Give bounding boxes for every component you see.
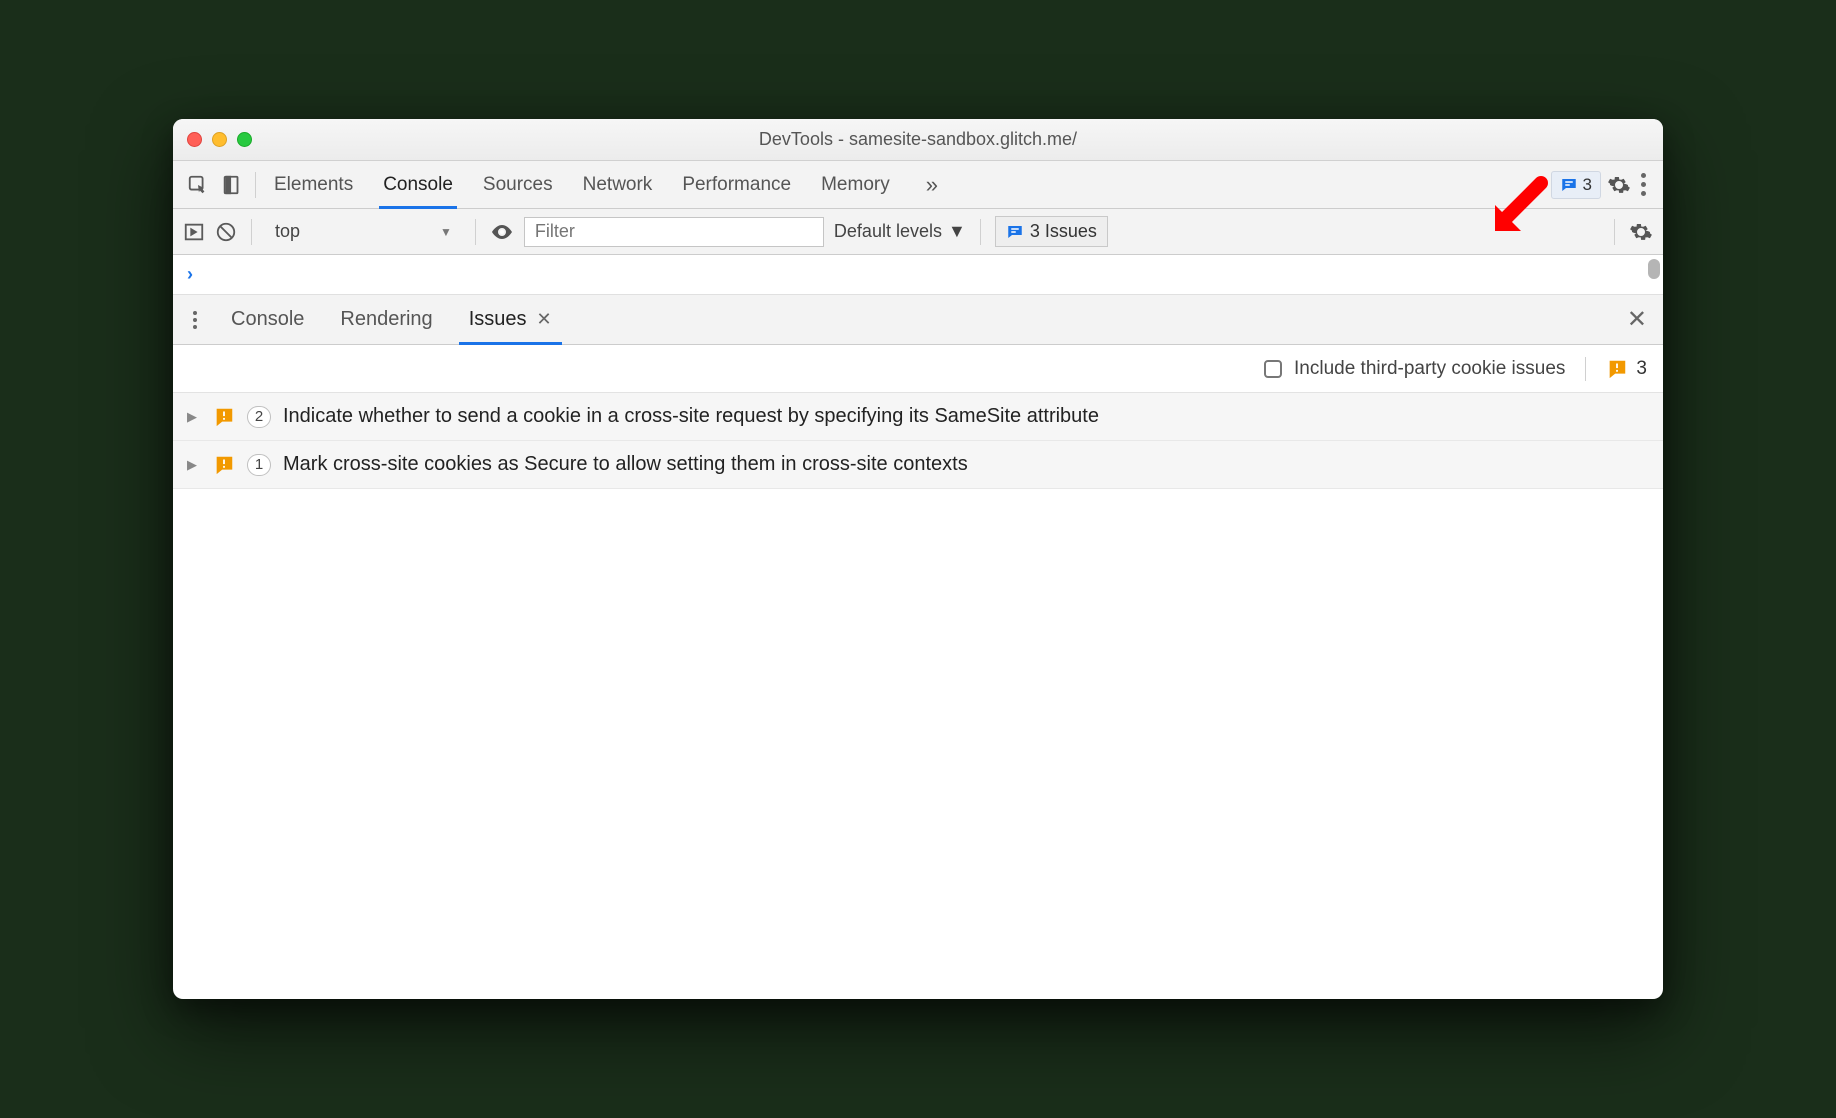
zoom-window-button[interactable] xyxy=(237,132,252,147)
context-selector[interactable]: top ▼ xyxy=(266,216,461,247)
issues-indicator-button[interactable]: 3 xyxy=(1551,171,1601,199)
dropdown-triangle-icon: ▼ xyxy=(948,221,966,242)
tab-console[interactable]: Console xyxy=(383,161,453,208)
tab-memory[interactable]: Memory xyxy=(821,161,890,208)
titlebar: DevTools - samesite-sandbox.glitch.me/ xyxy=(173,119,1663,161)
issues-count-text: 3 xyxy=(1583,175,1592,195)
log-level-selector[interactable]: Default levels ▼ xyxy=(834,221,966,242)
annotation-arrow-icon xyxy=(1483,175,1553,245)
warning-bubble-icon xyxy=(1606,358,1628,380)
drawer-tab-issues[interactable]: Issues ✕ xyxy=(459,295,562,344)
console-input-area[interactable]: › xyxy=(173,255,1663,295)
dropdown-triangle-icon: ▼ xyxy=(440,225,452,239)
issue-count-badge: 1 xyxy=(247,454,271,476)
total-issues-indicator: 3 xyxy=(1606,358,1647,380)
issue-title: Mark cross-site cookies as Secure to all… xyxy=(283,451,1649,478)
close-drawer-icon[interactable]: ✕ xyxy=(1621,305,1653,334)
tab-elements[interactable]: Elements xyxy=(274,161,353,208)
drawer-tab-label: Issues xyxy=(469,308,527,331)
more-options-icon[interactable] xyxy=(1631,173,1655,196)
live-expression-eye-icon[interactable] xyxy=(490,220,514,244)
tab-sources[interactable]: Sources xyxy=(483,161,553,208)
separator xyxy=(1614,219,1615,245)
scrollbar-thumb[interactable] xyxy=(1648,259,1660,279)
warning-bubble-icon xyxy=(213,454,235,476)
separator xyxy=(980,219,981,245)
close-tab-icon[interactable]: ✕ xyxy=(537,309,552,330)
separator xyxy=(251,219,252,245)
drawer-tab-rendering[interactable]: Rendering xyxy=(330,295,442,344)
main-tabs: Elements Console Sources Network Perform… xyxy=(262,161,1551,208)
window-controls xyxy=(173,132,252,147)
minimize-window-button[interactable] xyxy=(212,132,227,147)
total-issues-count: 3 xyxy=(1636,358,1647,380)
close-window-button[interactable] xyxy=(187,132,202,147)
device-toggle-icon[interactable] xyxy=(215,168,249,202)
tab-network[interactable]: Network xyxy=(583,161,653,208)
third-party-checkbox-label: Include third-party cookie issues xyxy=(1294,358,1565,380)
context-label: top xyxy=(275,221,300,242)
issue-row[interactable]: ▶ 1 Mark cross-site cookies as Secure to… xyxy=(173,441,1663,489)
filter-input[interactable] xyxy=(524,217,824,247)
separator xyxy=(475,219,476,245)
expand-triangle-icon[interactable]: ▶ xyxy=(187,457,201,473)
levels-label: Default levels xyxy=(834,221,942,242)
include-third-party-checkbox[interactable] xyxy=(1264,360,1282,378)
separator xyxy=(255,172,256,198)
main-toolbar: Elements Console Sources Network Perform… xyxy=(173,161,1663,209)
issues-button[interactable]: 3 Issues xyxy=(995,216,1108,247)
tab-performance[interactable]: Performance xyxy=(682,161,791,208)
window-title: DevTools - samesite-sandbox.glitch.me/ xyxy=(173,129,1663,150)
issue-row[interactable]: ▶ 2 Indicate whether to send a cookie in… xyxy=(173,393,1663,441)
warning-bubble-icon xyxy=(213,406,235,428)
drawer-tab-console[interactable]: Console xyxy=(221,295,314,344)
expand-triangle-icon[interactable]: ▶ xyxy=(187,409,201,425)
prompt-caret-icon: › xyxy=(187,264,193,285)
sidebar-toggle-icon[interactable] xyxy=(183,221,205,243)
inspect-element-icon[interactable] xyxy=(181,168,215,202)
drawer-more-icon[interactable] xyxy=(183,311,207,329)
issues-toolbar: Include third-party cookie issues 3 xyxy=(173,345,1663,393)
console-toolbar: top ▼ Default levels ▼ 3 Issues xyxy=(173,209,1663,255)
drawer-tabbar: Console Rendering Issues ✕ ✕ xyxy=(173,295,1663,345)
chat-icon xyxy=(1560,176,1578,194)
separator xyxy=(1585,357,1586,381)
issue-title: Indicate whether to send a cookie in a c… xyxy=(283,403,1649,430)
more-tabs-chevron-icon[interactable]: » xyxy=(920,172,944,198)
chat-icon xyxy=(1006,223,1024,241)
devtools-window: DevTools - samesite-sandbox.glitch.me/ E… xyxy=(173,119,1663,999)
issues-button-label: 3 Issues xyxy=(1030,221,1097,242)
issue-count-badge: 2 xyxy=(247,406,271,428)
settings-gear-icon[interactable] xyxy=(1607,173,1631,197)
console-settings-gear-icon[interactable] xyxy=(1629,220,1653,244)
clear-console-icon[interactable] xyxy=(215,221,237,243)
